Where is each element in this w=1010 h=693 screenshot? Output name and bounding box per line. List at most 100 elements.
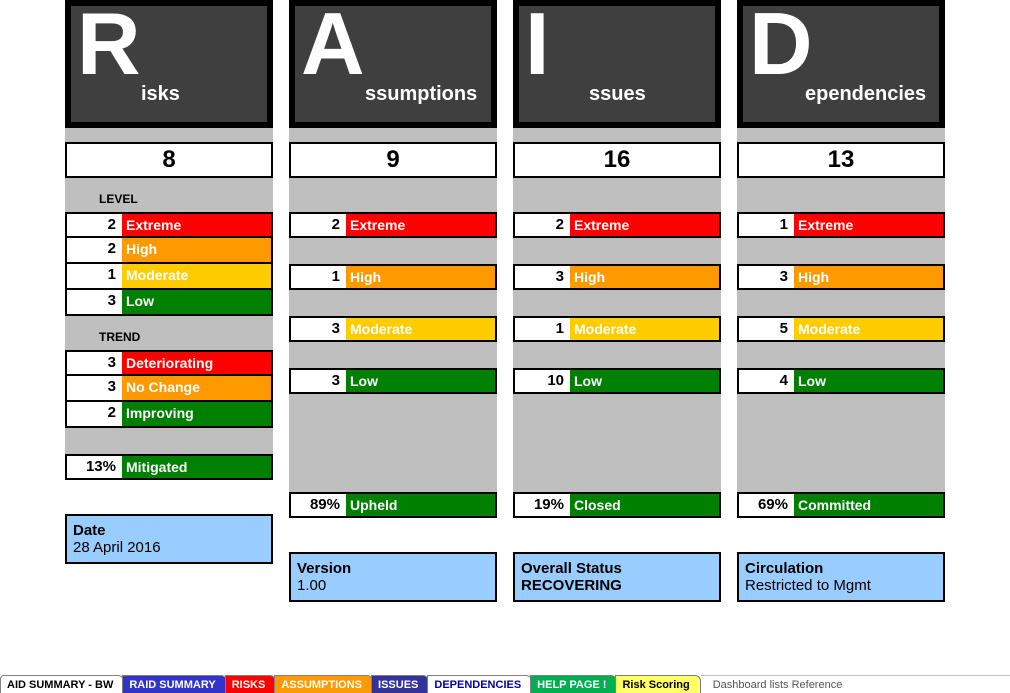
issues-rest-label: ssues xyxy=(589,83,646,106)
trend-label: Improving xyxy=(122,402,271,426)
level-row: 1Moderate xyxy=(65,264,273,290)
pct-value: 69% xyxy=(739,494,794,516)
level-count: 1 xyxy=(739,214,794,236)
pct-value: 89% xyxy=(291,494,346,516)
level-count: 3 xyxy=(515,266,570,288)
issues-big-letter: I xyxy=(525,6,549,88)
level-count: 1 xyxy=(515,318,570,340)
sheet-tabs: AID SUMMARY - BWRAID SUMMARYRISKSASSUMPT… xyxy=(0,671,1010,693)
assumptions-count: 9 xyxy=(289,142,497,178)
sheet-tab[interactable]: RISKS xyxy=(225,675,277,693)
level-label: High xyxy=(570,266,719,288)
level-row: 4Low xyxy=(737,368,945,394)
level-row: 3High xyxy=(737,264,945,290)
level-count: 1 xyxy=(291,266,346,288)
sheet-tab[interactable]: ASSUMPTIONS xyxy=(274,675,373,693)
level-label: Extreme xyxy=(794,214,943,236)
info-heading: Date xyxy=(73,522,265,539)
level-label: Extreme xyxy=(570,214,719,236)
pct-value: 13% xyxy=(67,456,122,478)
column-assumptions: Assumptions92Extreme1High3Moderate3Low89… xyxy=(289,0,497,645)
level-label: High xyxy=(794,266,943,288)
dependencies-rest-label: ependencies xyxy=(805,83,926,106)
level-row: 2Extreme xyxy=(513,212,721,238)
info-heading: Overall Status xyxy=(521,560,713,577)
trend-count: 2 xyxy=(67,402,122,426)
trend-header: TREND xyxy=(65,316,273,350)
level-row: 2Extreme xyxy=(289,212,497,238)
info-heading: Circulation xyxy=(745,560,937,577)
level-row: 1Extreme xyxy=(737,212,945,238)
assumptions-header: Assumptions xyxy=(289,0,497,128)
level-label: Low xyxy=(570,370,719,392)
sheet-tab[interactable]: AID SUMMARY - BW xyxy=(0,675,124,693)
level-count: 3 xyxy=(739,266,794,288)
level-row: 2High xyxy=(65,238,273,264)
issues-count: 16 xyxy=(513,142,721,178)
trend-row: 2Improving xyxy=(65,402,273,428)
pct-label: Committed xyxy=(794,494,943,516)
info-box: Overall StatusRECOVERING xyxy=(513,552,721,602)
level-label: Low xyxy=(122,290,271,314)
level-count: 2 xyxy=(67,214,122,236)
dependencies-count: 13 xyxy=(737,142,945,178)
level-count: 3 xyxy=(291,318,346,340)
sheet-tab[interactable]: RAID SUMMARY xyxy=(122,675,226,693)
level-row: 1High xyxy=(289,264,497,290)
level-row: 3High xyxy=(513,264,721,290)
level-header: LEVEL xyxy=(65,178,273,212)
trend-label: No Change xyxy=(122,376,271,400)
column-issues: Issues162Extreme3High1Moderate10Low19%Cl… xyxy=(513,0,721,645)
level-row: 3Low xyxy=(65,290,273,316)
raid-dashboard: Risks8LEVEL2Extreme2High1Moderate3LowTRE… xyxy=(0,0,1010,645)
sheet-tab[interactable]: HELP PAGE ! xyxy=(530,675,617,693)
level-row: 1Moderate xyxy=(513,316,721,342)
assumptions-big-letter: A xyxy=(301,6,365,88)
trend-label: Deteriorating xyxy=(122,352,271,374)
level-label: Moderate xyxy=(346,318,495,340)
level-count: 2 xyxy=(67,238,122,262)
level-row: 2Extreme xyxy=(65,212,273,238)
assumptions-rest-label: ssumptions xyxy=(365,83,477,106)
level-label: Moderate xyxy=(570,318,719,340)
level-row: 3Low xyxy=(289,368,497,394)
sheet-tab[interactable]: ISSUES xyxy=(371,675,429,693)
info-value: Restricted to Mgmt xyxy=(745,577,937,594)
level-count: 3 xyxy=(67,290,122,314)
risks-header: Risks xyxy=(65,0,273,128)
level-label: Moderate xyxy=(794,318,943,340)
level-row: 5Moderate xyxy=(737,316,945,342)
info-value: 1.00 xyxy=(297,577,489,594)
level-count: 2 xyxy=(515,214,570,236)
sheet-tab[interactable]: DEPENDENCIES xyxy=(427,675,532,693)
pct-label: Upheld xyxy=(346,494,495,516)
dependencies-header: Dependencies xyxy=(737,0,945,128)
issues-header: Issues xyxy=(513,0,721,128)
level-label: Low xyxy=(346,370,495,392)
risks-rest-label: isks xyxy=(141,83,180,106)
risks-count: 8 xyxy=(65,142,273,178)
trend-row: 3Deteriorating xyxy=(65,350,273,376)
sheet-tab[interactable]: Risk Scoring xyxy=(615,675,700,693)
level-label: Moderate xyxy=(122,264,271,288)
info-value: 28 April 2016 xyxy=(73,539,265,556)
level-count: 2 xyxy=(291,214,346,236)
level-count: 1 xyxy=(67,264,122,288)
level-count: 4 xyxy=(739,370,794,392)
level-label: Extreme xyxy=(346,214,495,236)
trend-count: 3 xyxy=(67,352,122,374)
column-risks: Risks8LEVEL2Extreme2High1Moderate3LowTRE… xyxy=(65,0,273,645)
level-row: 10Low xyxy=(513,368,721,394)
info-value: RECOVERING xyxy=(521,577,713,594)
tab-overflow-text: Dashboard lists Reference xyxy=(701,675,1010,693)
level-count: 10 xyxy=(515,370,570,392)
dependencies-pct-row: 69%Committed xyxy=(737,492,945,518)
dependencies-big-letter: D xyxy=(749,6,813,88)
level-row: 3Moderate xyxy=(289,316,497,342)
risks-big-letter: R xyxy=(77,6,141,88)
column-dependencies: Dependencies131Extreme3High5Moderate4Low… xyxy=(737,0,945,645)
assumptions-pct-row: 89%Upheld xyxy=(289,492,497,518)
level-label: High xyxy=(122,238,271,262)
info-box: CirculationRestricted to Mgmt xyxy=(737,552,945,602)
trend-count: 3 xyxy=(67,376,122,400)
